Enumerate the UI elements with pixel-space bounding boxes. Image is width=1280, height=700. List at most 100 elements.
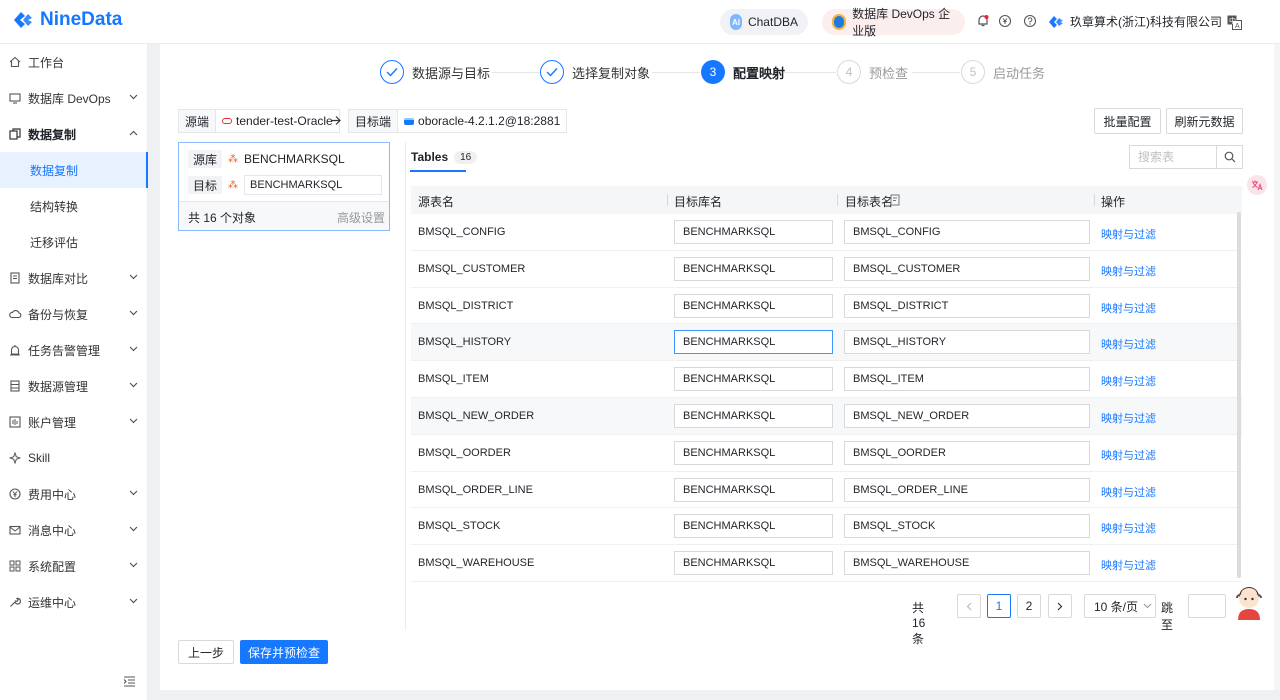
assistant-avatar[interactable] — [1233, 584, 1265, 622]
chatdba-button[interactable]: AI ChatDBA — [720, 9, 808, 35]
sidebar-item-label: 工作台 — [28, 55, 65, 70]
bell-icon[interactable] — [976, 14, 990, 28]
target-db-input[interactable] — [674, 440, 833, 465]
source-key: 源端 — [179, 110, 217, 132]
check-icon — [540, 60, 564, 84]
target-table-input[interactable] — [844, 367, 1090, 392]
alarm-icon — [10, 345, 20, 356]
target-db-input[interactable] — [674, 551, 833, 576]
page-size-select[interactable]: 10 条/页 — [1084, 594, 1156, 618]
step-connector — [912, 72, 960, 73]
target-db-input[interactable] — [674, 330, 833, 355]
target-table-input[interactable] — [844, 551, 1090, 576]
target-table-input[interactable] — [844, 330, 1090, 355]
mapping-filter-link[interactable]: 映射与过滤 — [1101, 410, 1156, 426]
sidebar-item-billing[interactable]: 费用中心 — [0, 476, 148, 512]
sidebar-subitem-migration-assessment[interactable]: 迁移评估 — [0, 224, 148, 260]
tab-tables[interactable]: Tables 16 — [411, 150, 478, 164]
search-input[interactable] — [1130, 146, 1216, 168]
save-and-precheck-button[interactable]: 保存并预检查 — [240, 640, 328, 664]
batch-config-button[interactable]: 批量配置 — [1094, 108, 1161, 134]
search-button[interactable] — [1216, 146, 1242, 168]
refresh-metadata-button[interactable]: 刷新元数据 — [1166, 108, 1243, 134]
chevron-down-icon — [129, 490, 138, 496]
target-table-input[interactable] — [844, 293, 1090, 318]
mapping-filter-link[interactable]: 映射与过滤 — [1101, 520, 1156, 536]
sidebar-item-ops-center[interactable]: 运维中心 — [0, 584, 148, 620]
prev-step-button[interactable]: 上一步 — [178, 640, 234, 664]
ai-icon: AI — [730, 14, 742, 30]
target-db-input[interactable] — [674, 514, 833, 539]
step-label: 预检查 — [869, 65, 909, 81]
edit-column-icon[interactable] — [890, 194, 901, 206]
target-table-input[interactable] — [844, 403, 1090, 428]
sidebar-item-devops[interactable]: 数据库 DevOps — [0, 80, 148, 116]
page-2-button[interactable]: 2 — [1017, 594, 1041, 618]
target-table-input[interactable] — [844, 440, 1090, 465]
mapping-filter-link[interactable]: 映射与过滤 — [1101, 447, 1156, 463]
sidebar-item-label: 结构转换 — [30, 199, 79, 214]
target-table-input[interactable] — [844, 477, 1090, 502]
mapping-filter-link[interactable]: 映射与过滤 — [1101, 300, 1156, 316]
sidebar-subitem-replication[interactable]: 数据复制 — [0, 152, 148, 188]
yen-icon — [9, 488, 21, 500]
page-1-button[interactable]: 1 — [987, 594, 1011, 618]
mapping-filter-link[interactable]: 映射与过滤 — [1101, 336, 1156, 352]
sidebar-item-backup[interactable]: 备份与恢复 — [0, 296, 148, 332]
target-db-input[interactable] — [674, 256, 833, 281]
target-db-input[interactable] — [674, 293, 833, 318]
yen-icon[interactable] — [998, 14, 1012, 28]
language-switch-icon[interactable]: 中A — [1227, 15, 1242, 30]
target-table-input[interactable] — [844, 256, 1090, 281]
sidebar-item-accounts[interactable]: 账户管理 — [0, 404, 148, 440]
schema-mapping-panel[interactable]: 源库 ⁂ BENCHMARKSQL 目标 ⁂ 共 16 个对象 高级设置 — [178, 142, 390, 231]
target-table-input[interactable] — [844, 514, 1090, 539]
mapping-filter-link[interactable]: 映射与过滤 — [1101, 557, 1156, 573]
chevron-down-icon — [129, 598, 138, 604]
next-page-button[interactable] — [1048, 594, 1072, 618]
help-icon[interactable] — [1023, 14, 1037, 28]
devops-edition-badge[interactable]: 数据库 DevOps 企业版 — [822, 7, 965, 38]
table-scrollbar[interactable] — [1237, 212, 1241, 578]
source-table-name: BMSQL_CONFIG — [418, 226, 506, 238]
sidebar-subitem-schema-conversion[interactable]: 结构转换 — [0, 188, 148, 224]
chevron-down-icon — [129, 418, 138, 424]
source-db-key: 源库 — [188, 150, 222, 168]
sidebar-item-label: 数据库对比 — [28, 271, 89, 286]
target-db-input[interactable] — [674, 477, 833, 502]
tab-active-indicator — [410, 170, 466, 172]
mapping-filter-link[interactable]: 映射与过滤 — [1101, 373, 1156, 389]
tab-label: Tables — [411, 150, 449, 164]
mapping-filter-link[interactable]: 映射与过滤 — [1101, 484, 1156, 500]
translate-float-button[interactable] — [1247, 175, 1267, 195]
sidebar-item-workbench[interactable]: 工作台 — [0, 44, 148, 80]
target-db-input[interactable] — [244, 175, 382, 195]
collapse-sidebar-icon[interactable] — [123, 676, 136, 687]
sidebar-item-messages[interactable]: 消息中心 — [0, 512, 148, 548]
sidebar-item-datasource[interactable]: 数据源管理 — [0, 368, 148, 404]
sidebar-item-label: 任务告警管理 — [28, 343, 101, 358]
jump-page-input[interactable] — [1188, 594, 1226, 618]
chevron-left-icon — [966, 602, 972, 610]
target-db-input[interactable] — [674, 220, 833, 244]
sidebar-item-replication[interactable]: 数据复制 — [0, 116, 148, 152]
source-table-name: BMSQL_NEW_ORDER — [418, 409, 535, 422]
prev-page-button[interactable] — [957, 594, 981, 618]
col-target-db: 目标库名 — [674, 195, 723, 209]
sidebar-item-label: 系统配置 — [28, 559, 77, 574]
mapping-filter-link[interactable]: 映射与过滤 — [1101, 226, 1156, 242]
sidebar-item-db-compare[interactable]: 数据库对比 — [0, 260, 148, 296]
sidebar-item-skill[interactable]: Skill — [0, 440, 148, 476]
sidebar-item-alarms[interactable]: 任务告警管理 — [0, 332, 148, 368]
mapping-filter-link[interactable]: 映射与过滤 — [1101, 263, 1156, 279]
target-table-input[interactable] — [844, 220, 1090, 244]
advanced-settings-link[interactable]: 高级设置 — [337, 209, 385, 226]
logo[interactable]: NineData — [12, 9, 122, 31]
target-db-input[interactable] — [674, 403, 833, 428]
table-row: BMSQL_STOCK 映射与过滤 — [411, 508, 1242, 546]
target-db-input[interactable] — [674, 367, 833, 392]
source-table-name: BMSQL_STOCK — [418, 520, 501, 533]
company-switcher[interactable]: 玖章算术(浙江)科技有限公司 — [1048, 13, 1222, 30]
sidebar-item-system-config[interactable]: 系统配置 — [0, 548, 148, 584]
col-divider — [1094, 194, 1095, 206]
